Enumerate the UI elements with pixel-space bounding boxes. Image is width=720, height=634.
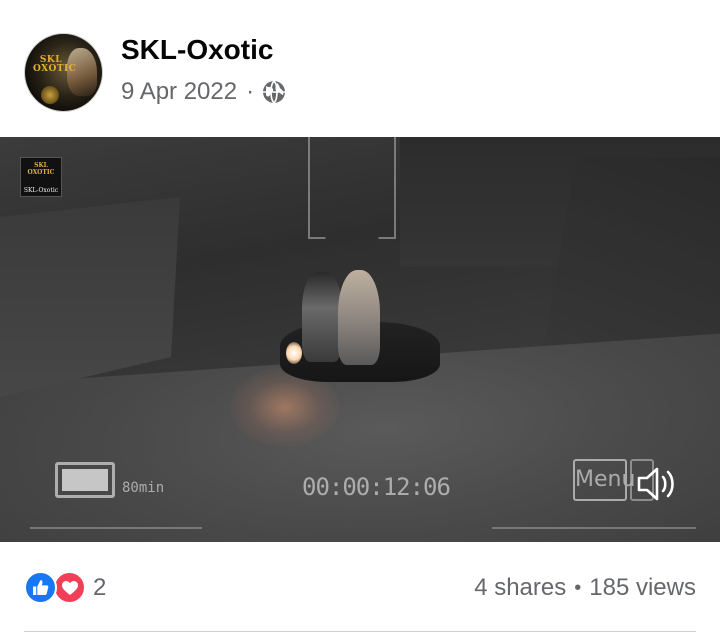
avatar-seal-icon bbox=[41, 86, 59, 104]
stats-separator: • bbox=[574, 576, 582, 599]
reaction-count: 2 bbox=[93, 573, 107, 601]
post-meta: 9 Apr 2022 · bbox=[121, 78, 286, 106]
camera-rule-left bbox=[30, 527, 202, 529]
motorcycle-headlight bbox=[286, 342, 302, 364]
camera-battery-icon bbox=[55, 462, 115, 498]
post-stats: 4 shares • 185 views bbox=[474, 574, 696, 602]
camera-rule-right bbox=[492, 527, 696, 529]
post-divider bbox=[24, 631, 696, 632]
page-avatar[interactable]: SKL OXOTIC bbox=[24, 33, 103, 112]
reactions-summary[interactable]: 2 bbox=[24, 571, 106, 604]
love-reaction-icon bbox=[53, 571, 86, 604]
shares-count[interactable]: 4 shares bbox=[474, 574, 566, 602]
video-watermark-logo: SKL OXOTIC SKL-Oxotic bbox=[20, 157, 62, 197]
camera-timecode: 00:00:12:06 bbox=[302, 473, 451, 501]
page-name[interactable]: SKL-Oxotic bbox=[121, 34, 273, 66]
video-scene-shed-left bbox=[0, 197, 180, 397]
post-header: SKL OXOTIC SKL-Oxotic 9 Apr 2022 · bbox=[0, 0, 720, 137]
post-date[interactable]: 9 Apr 2022 bbox=[121, 78, 237, 106]
meta-separator: · bbox=[246, 78, 255, 105]
camera-focus-bracket bbox=[308, 137, 396, 239]
like-reaction-icon bbox=[24, 571, 57, 604]
watermark-text: SKL-Oxotic bbox=[23, 187, 59, 194]
camera-menu-label: Menu bbox=[573, 459, 635, 501]
rider-back bbox=[338, 270, 380, 365]
camera-battery-label: 80min bbox=[122, 480, 165, 496]
watermark-logo-text: SKL OXOTIC bbox=[27, 162, 55, 176]
video-motorcycle-riders bbox=[280, 262, 440, 397]
avatar-logo-text: SKL OXOTIC bbox=[33, 55, 77, 74]
globe-icon[interactable] bbox=[262, 80, 286, 104]
video-player[interactable]: SKL OXOTIC SKL-Oxotic 80min 00:00:12:06 … bbox=[0, 137, 720, 542]
volume-on-icon[interactable] bbox=[636, 464, 678, 504]
views-count: 185 views bbox=[589, 574, 696, 601]
rider-front bbox=[302, 272, 342, 362]
